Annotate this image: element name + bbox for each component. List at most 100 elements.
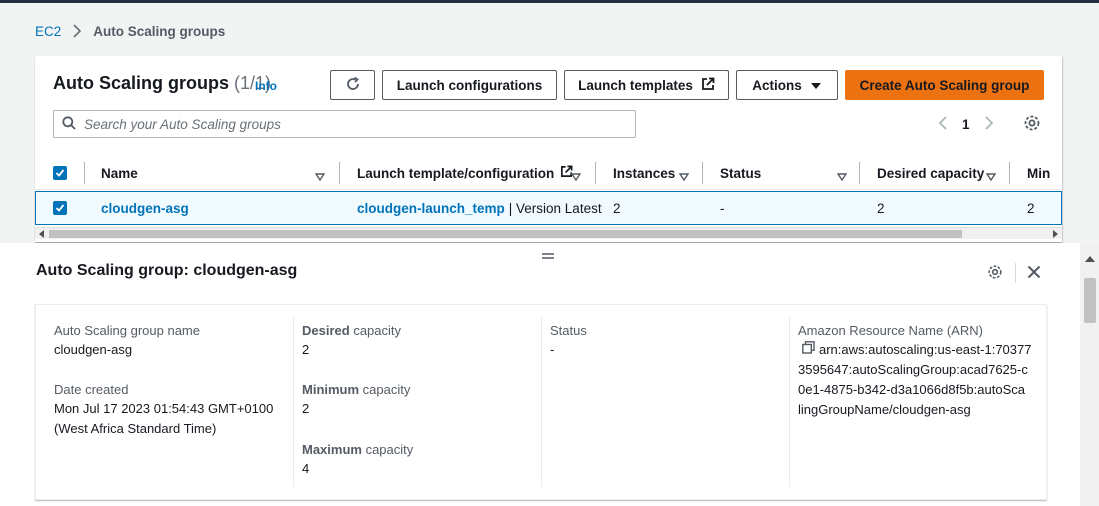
chevron-right-icon — [69, 23, 85, 39]
external-link-icon — [701, 77, 715, 94]
panel-settings-gear-icon[interactable] — [987, 264, 1003, 283]
scroll-right-icon[interactable] — [1050, 229, 1060, 239]
column-header-min[interactable]: Min — [1027, 156, 1050, 190]
maximum-capacity-label-rest: capacity — [361, 442, 414, 457]
status-label: Status — [550, 323, 587, 338]
sort-down-icon[interactable] — [985, 168, 997, 184]
breadcrumb-ec2-link[interactable]: EC2 — [35, 24, 61, 39]
breadcrumb-current: Auto Scaling groups — [93, 23, 226, 39]
search-icon — [62, 115, 76, 133]
launch-template-version: | Version Latest — [508, 200, 602, 216]
desired-capacity-label-bold: Desired — [302, 323, 350, 338]
table-settings-gear-icon[interactable] — [1023, 114, 1041, 135]
create-asg-button[interactable]: Create Auto Scaling group — [845, 70, 1044, 100]
minimum-capacity-field: Minimum capacity 2 — [302, 382, 410, 419]
maximum-capacity-field: Maximum capacity 4 — [302, 442, 413, 479]
table-row[interactable]: cloudgen-asg cloudgen-launch_temp | Vers… — [35, 191, 1062, 225]
sort-down-icon[interactable] — [678, 168, 690, 184]
column-divider — [541, 317, 542, 487]
date-created-field: Date created Mon Jul 17 2023 01:54:43 GM… — [54, 382, 273, 439]
asg-name-link[interactable]: cloudgen-asg — [101, 192, 189, 224]
top-bar — [0, 0, 1099, 3]
arn-line-1-row: arn:aws:autoscaling:us-east-1:70377 — [798, 340, 1031, 360]
column-divider — [1009, 162, 1010, 184]
status-cell: - — [720, 200, 725, 216]
details-column-1: Auto Scaling group name cloudgen-asg Dat… — [54, 305, 289, 490]
status-field: Status - — [550, 323, 587, 360]
create-asg-label: Create Auto Scaling group — [859, 77, 1030, 93]
asg-table-container: Auto Scaling groups (1/1) Info Launch co… — [35, 56, 1062, 242]
launch-template-cell: cloudgen-launch_temp | Version Latest — [357, 192, 602, 224]
select-all-checkbox[interactable] — [53, 156, 67, 190]
column-divider — [859, 162, 860, 184]
column-divider — [339, 162, 340, 184]
row-checkbox[interactable] — [53, 192, 67, 224]
maximum-capacity-label: Maximum capacity — [302, 442, 413, 457]
desired-capacity-value: 2 — [302, 342, 310, 357]
table-header-row: Auto Scaling groups (1/1) Info Launch co… — [53, 70, 1044, 100]
date-created-line-1: Mon Jul 17 2023 01:54:43 GMT+0100 — [54, 401, 274, 416]
column-header-desired-capacity[interactable]: Desired capacity — [877, 156, 984, 190]
scroll-up-icon[interactable] — [1085, 249, 1095, 265]
breadcrumb: EC2 Auto Scaling groups — [35, 23, 225, 39]
maximum-capacity-label-bold: Maximum — [302, 442, 362, 457]
minimum-capacity-label-rest: capacity — [359, 382, 411, 397]
page-number[interactable]: 1 — [962, 117, 970, 132]
caret-down-icon — [810, 78, 822, 93]
arn-line-4: lingGroupName/cloudgen-asg — [798, 402, 971, 417]
minimum-capacity-label: Minimum capacity — [302, 382, 410, 397]
arn-field: Amazon Resource Name (ARN) arn:aws:autos… — [798, 323, 1031, 420]
panel-divider — [1015, 263, 1016, 283]
resize-handle-icon[interactable] — [542, 247, 554, 263]
asg-name-label: Auto Scaling group name — [54, 323, 200, 338]
sort-down-icon[interactable] — [314, 168, 326, 184]
details-column-3: Status - — [550, 305, 785, 490]
checkbox-checked-icon — [53, 166, 67, 180]
checkbox-checked-icon — [53, 201, 67, 215]
page-title: Auto Scaling groups (1/1) — [53, 73, 271, 94]
info-link[interactable]: Info — [255, 79, 277, 93]
launch-templates-label: Launch templates — [578, 77, 693, 93]
desired-capacity-label-rest: capacity — [349, 323, 402, 338]
vertical-scrollbar-thumb[interactable] — [1084, 278, 1096, 323]
column-header-launch-template-label: Launch template/configuration — [357, 165, 555, 181]
refresh-button[interactable] — [330, 70, 375, 100]
vertical-scrollbar[interactable] — [1081, 243, 1099, 506]
horizontal-scrollbar[interactable] — [35, 227, 1062, 239]
scroll-left-icon[interactable] — [37, 229, 47, 239]
close-icon[interactable] — [1027, 265, 1041, 282]
prev-page-icon[interactable] — [938, 115, 948, 134]
column-divider — [702, 162, 703, 184]
refresh-icon — [345, 76, 361, 95]
column-header-name[interactable]: Name — [101, 156, 138, 190]
details-column-2: Desired capacity 2 Minimum capacity 2 Ma… — [302, 305, 537, 490]
date-created-label: Date created — [54, 382, 129, 397]
arn-line-3: 0e1-4875-b342-d3a1066d8f5b:autoSca — [798, 382, 1025, 397]
search-placeholder: Search your Auto Scaling groups — [84, 116, 281, 132]
minimum-capacity-label-bold: Minimum — [302, 382, 360, 397]
sort-down-icon[interactable] — [836, 168, 848, 184]
launch-template-link[interactable]: cloudgen-launch_temp — [357, 201, 505, 216]
launch-templates-button[interactable]: Launch templates — [564, 70, 729, 100]
launch-configurations-label: Launch configurations — [396, 77, 543, 93]
next-page-icon[interactable] — [984, 115, 994, 134]
arn-line-1: arn:aws:autoscaling:us-east-1:70377 — [819, 342, 1032, 357]
column-header-instances[interactable]: Instances — [613, 156, 675, 190]
column-header-launch-template[interactable]: Launch template/configuration — [357, 156, 573, 190]
horizontal-scrollbar-thumb[interactable] — [49, 230, 962, 238]
arn-line-2: 3595647:autoScalingGroup:acad7625-c — [798, 362, 1028, 377]
table-header: Name Launch template/configuration Insta… — [35, 156, 1062, 190]
title-text: Auto Scaling groups — [53, 73, 230, 93]
copy-icon[interactable] — [802, 340, 815, 360]
details-column-4: Amazon Resource Name (ARN) arn:aws:autos… — [798, 305, 1038, 490]
sort-down-icon[interactable] — [570, 168, 582, 184]
column-divider — [84, 162, 85, 184]
column-divider — [293, 317, 294, 487]
minimum-capacity-value: 2 — [302, 401, 310, 416]
column-header-status[interactable]: Status — [720, 156, 761, 190]
search-input[interactable]: Search your Auto Scaling groups — [53, 110, 636, 138]
actions-dropdown[interactable]: Actions — [736, 70, 838, 100]
asg-name-field: Auto Scaling group name cloudgen-asg — [54, 323, 200, 360]
launch-configurations-button[interactable]: Launch configurations — [382, 70, 557, 100]
column-divider — [595, 162, 596, 184]
